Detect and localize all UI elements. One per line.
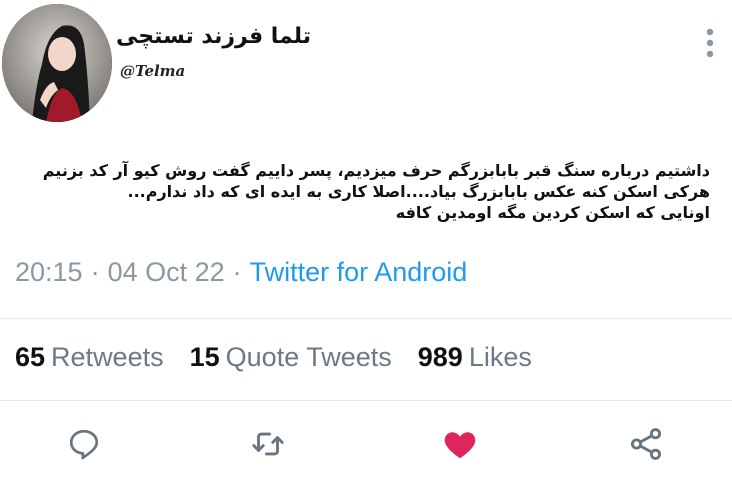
like-button[interactable] [438, 422, 482, 466]
tweet-line: اونایی که اسکن کردین مگه اومدین کافه [395, 203, 710, 222]
retweet-button[interactable] [246, 422, 290, 466]
retweets-label: Retweets [51, 342, 164, 372]
meta-separator: · [90, 257, 100, 287]
retweets-count: 65 [15, 342, 46, 372]
tweet-source-link[interactable]: Twitter for Android [250, 257, 468, 287]
share-icon [630, 428, 662, 460]
likes-label: Likes [468, 342, 532, 372]
quote-tweets-count: 15 [189, 342, 220, 372]
quote-tweets-label: Quote Tweets [225, 342, 392, 372]
reply-button[interactable] [62, 422, 106, 466]
share-button[interactable] [624, 422, 668, 466]
retweets-stat[interactable]: 65 Retweets [15, 342, 164, 373]
avatar[interactable] [2, 4, 112, 122]
author-handle[interactable]: @Telma [120, 62, 185, 80]
avatar-photo [2, 4, 112, 122]
more-vertical-icon[interactable] [700, 26, 720, 60]
quote-tweets-stat[interactable]: 15 Quote Tweets [190, 342, 392, 373]
heart-icon [444, 432, 476, 459]
author-display-name[interactable]: تلما فرزند تستچی [116, 24, 311, 49]
likes-stat[interactable]: 989 Likes [418, 342, 532, 373]
tweet-time[interactable]: 20:15 [15, 257, 83, 287]
retweet-icon [252, 432, 284, 456]
tweet-line: هرکی اسکن کنه عکس بابابزرگ بیاد....اصلا … [127, 182, 711, 201]
reply-icon [69, 429, 99, 460]
divider [0, 318, 732, 319]
likes-count: 989 [417, 342, 463, 372]
divider [0, 400, 732, 401]
tweet-meta: 20:15 · 04 Oct 22 · Twitter for Android [15, 257, 467, 288]
meta-separator: · [232, 257, 242, 287]
tweet-date[interactable]: 04 Oct 22 [108, 257, 225, 287]
tweet-line: داشتیم درباره سنگ قبر بابابزرگم حرف میزد… [42, 161, 710, 180]
tweet-text: داشتیم درباره سنگ قبر بابابزرگم حرف میزد… [30, 160, 710, 223]
tweet-stats: 65 Retweets 15 Quote Tweets 989 Likes [15, 342, 532, 373]
